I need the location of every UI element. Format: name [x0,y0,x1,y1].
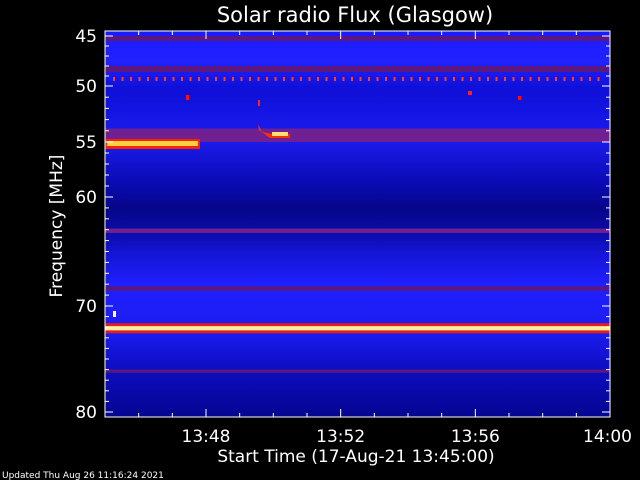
interference-dot [121,77,124,81]
interference-dot [487,77,489,81]
interference-dot [597,77,600,81]
spot-2 [468,91,472,95]
interference-dot [300,77,302,81]
interference-dot [453,77,455,81]
interference-dot [563,77,566,81]
frequency-band-2 [105,66,610,72]
interference-dot [495,77,498,81]
interference-dot [342,77,345,81]
interference-dot [504,77,506,81]
interference-dot [529,77,532,81]
interference-dot [470,77,472,81]
interference-dot [359,77,362,81]
y-tick-label: 45 [75,27,97,47]
interference-dot [232,77,234,81]
interference-dot [257,77,260,81]
interference-dot [546,77,549,81]
interference-dot [172,77,175,81]
interference-dot [249,77,251,81]
spot-3 [518,96,521,100]
interference-dot [291,77,294,81]
interference-dot [385,77,387,81]
interference-dot [478,77,481,81]
interference-dot [240,77,243,81]
y-tick-label: 80 [75,403,97,423]
interference-dot [130,77,132,81]
burst-mid-core [272,132,288,136]
interference-dot [410,77,413,81]
interference-dot [368,77,370,81]
frequency-band-6 [105,326,610,331]
spectrogram-background [105,31,610,417]
frequency-band-4 [105,228,610,233]
x-axis-label: Start Time (17-Aug-21 13:45:00) [217,447,494,467]
y-tick-label: 70 [75,297,97,317]
interference-dot [461,77,464,81]
interference-dot [334,77,336,81]
interference-dot [266,77,268,81]
interference-dot [427,77,430,81]
interference-dot [317,77,319,81]
y-axis-label: Frequency [MHz] [47,155,67,298]
interference-dot [223,77,226,81]
update-timestamp: Updated Thu Aug 26 11:16:24 2021 [2,471,164,480]
interference-dot [189,77,192,81]
spot-1 [186,95,189,100]
spot-4 [113,311,116,317]
interference-dot [419,77,421,81]
interference-dot [325,77,328,81]
y-tick-label: 60 [75,188,97,208]
interference-dot [215,77,217,81]
interference-dot [155,77,158,81]
interference-dot [538,77,540,81]
interference-dot [393,77,396,81]
interference-dot [436,77,438,81]
interference-dot [402,77,404,81]
burst-left-core [107,141,198,146]
interference-dot [283,77,285,81]
x-tick-label: 13:48 [182,427,231,447]
interference-dot [147,77,149,81]
interference-dot [164,77,166,81]
interference-dot [589,77,591,81]
spectrogram-chart: Solar radio Flux (Glasgow) 45 50 55 60 7… [0,0,640,480]
y-tick-label: 55 [75,133,97,153]
chart-canvas: Solar radio Flux (Glasgow) 455055607080 … [2,3,632,480]
x-tick-label: 14:00 [583,427,632,447]
interference-dot [274,77,277,81]
interference-dot [198,77,200,81]
interference-dot [206,77,209,81]
frequency-band-7 [105,369,610,373]
x-tick-label: 13:56 [451,427,500,447]
interference-dot [555,77,557,81]
y-tick-label: 50 [75,77,97,97]
interference-dot [376,77,379,81]
x-tick-label: 13:52 [316,427,365,447]
plot-area [104,30,611,418]
interference-dot [572,77,574,81]
interference-dot [512,77,515,81]
interference-dot [308,77,311,81]
frequency-band-5 [105,286,610,291]
interference-dot [113,77,115,81]
interference-dot [138,77,141,81]
interference-dot [580,77,583,81]
interference-dot [444,77,447,81]
chart-title: Solar radio Flux (Glasgow) [217,3,493,27]
interference-dot [351,77,353,81]
spot-5 [258,100,260,106]
interference-dot [181,77,183,81]
frequency-band-1 [105,36,610,41]
interference-dot [521,77,523,81]
